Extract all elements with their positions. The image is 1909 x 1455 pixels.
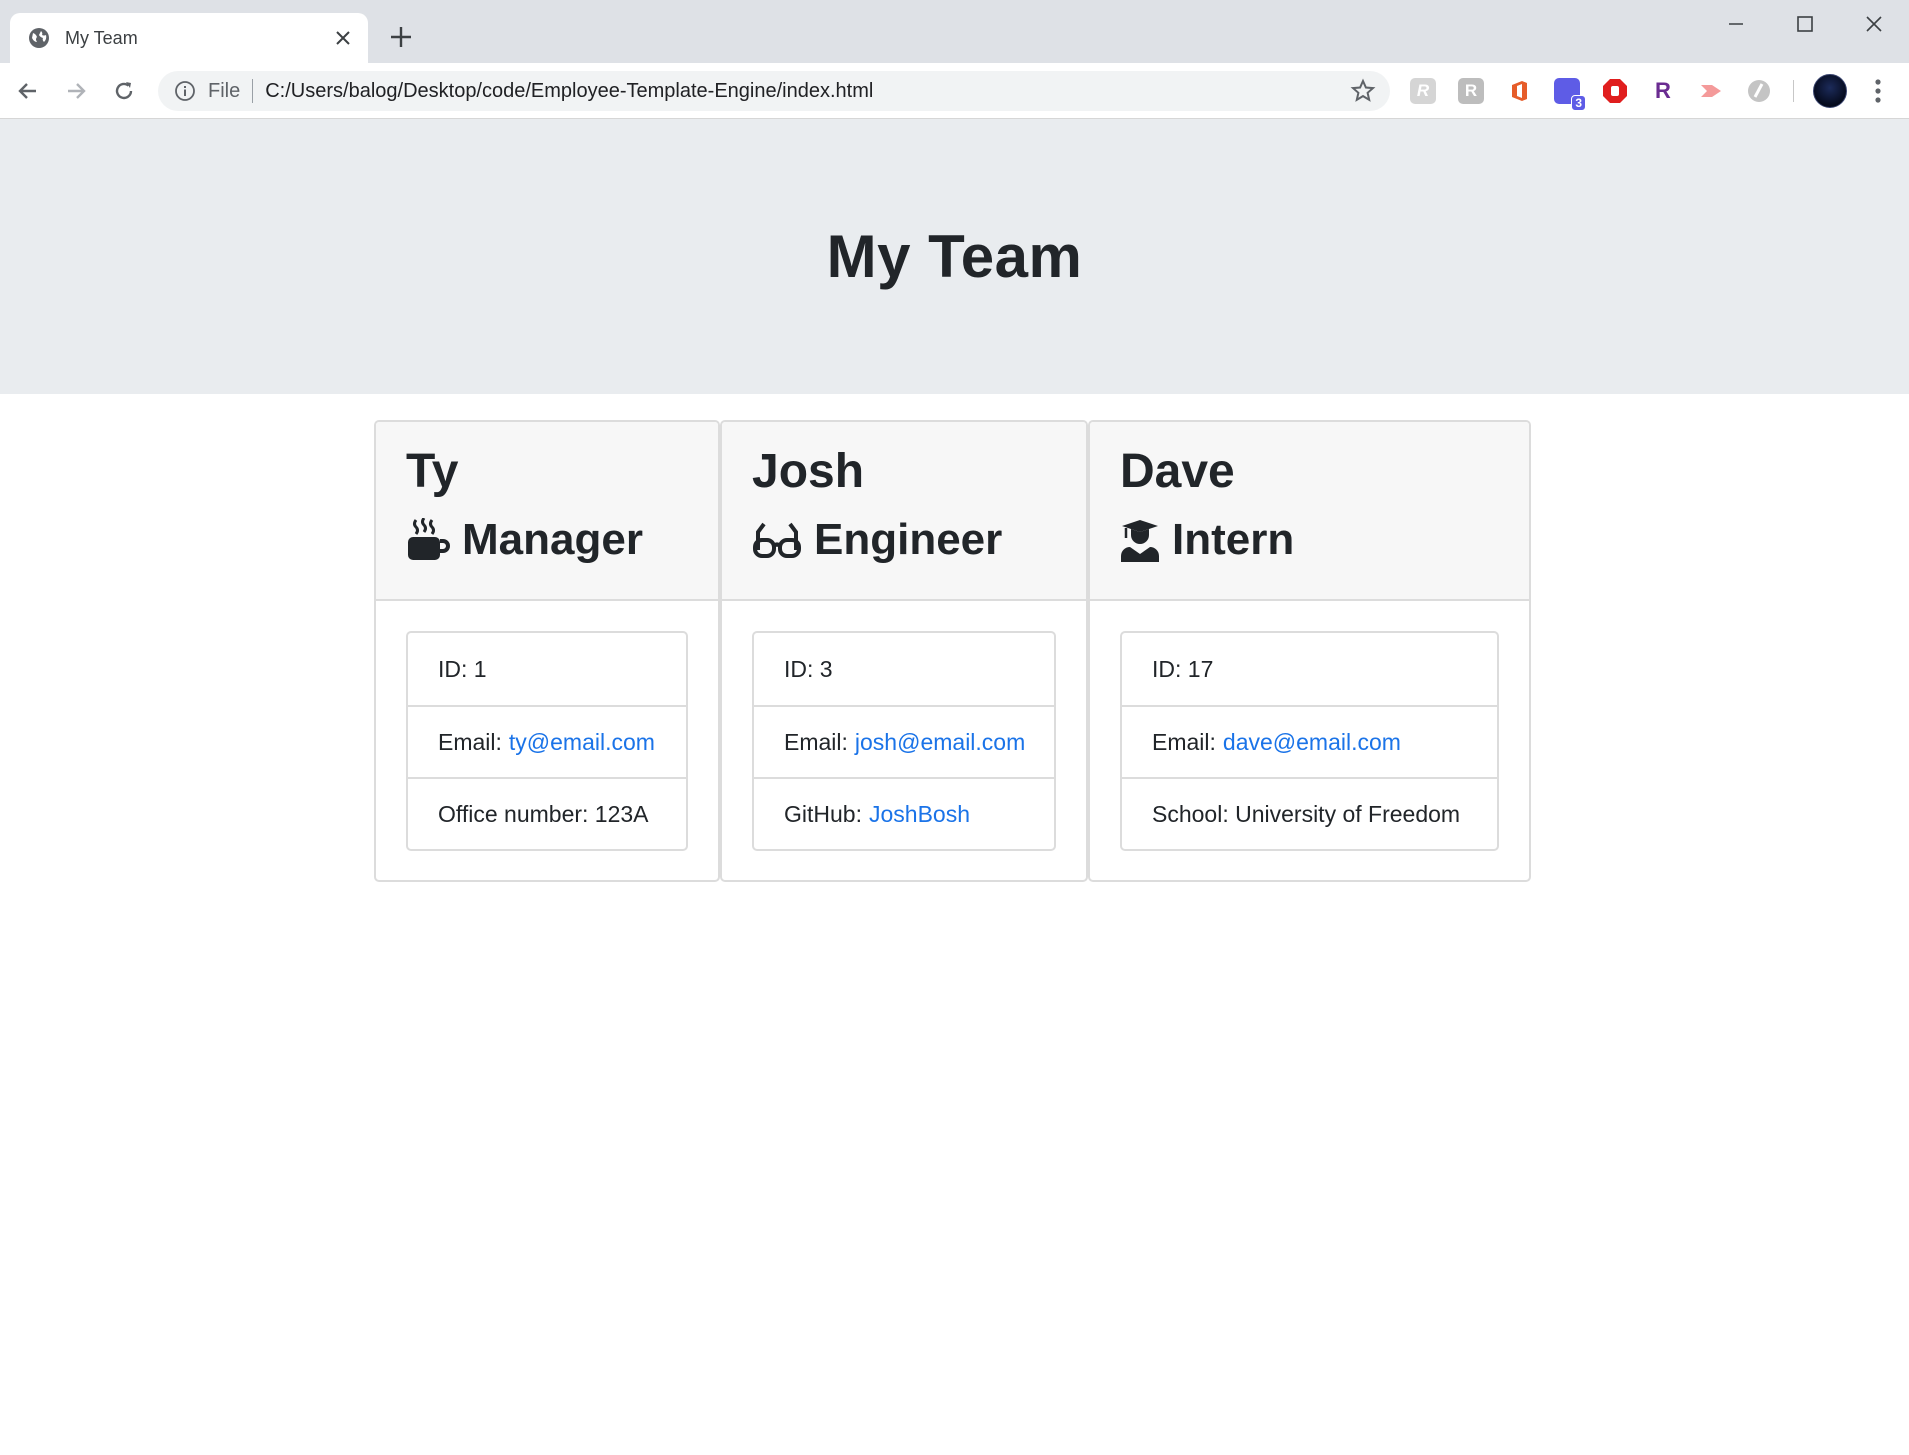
card-body: ID: 17 Email: dave@email.com School: Uni…: [1090, 601, 1529, 851]
browser-tab-strip: My Team: [0, 0, 1909, 63]
role-label: Manager: [462, 515, 643, 564]
browser-toolbar: File C:/Users/balog/Desktop/code/Employe…: [0, 63, 1909, 119]
id-label: ID: 3: [784, 655, 833, 682]
page-header: My Team: [0, 119, 1909, 394]
list-item-email: Email: josh@email.com: [754, 705, 1054, 777]
list-item-email: Email: dave@email.com: [1122, 705, 1497, 777]
employee-card-engineer: Josh Engineer ID: 3 Email: josh@email.co…: [720, 420, 1088, 882]
address-bar[interactable]: File C:/Users/balog/Desktop/code/Employe…: [158, 71, 1390, 111]
bookmark-star-icon[interactable]: [1350, 78, 1376, 104]
profile-avatar[interactable]: [1813, 74, 1847, 108]
employee-card-manager: Ty Manager ID: 1 Email: ty@email.com Off…: [374, 420, 720, 882]
id-label: ID: 1: [438, 655, 487, 682]
card-body: ID: 3 Email: josh@email.com GitHub: Josh…: [722, 601, 1086, 851]
plus-icon: [391, 27, 411, 47]
minimize-icon: [1729, 23, 1743, 25]
grey-circle-icon: [1748, 80, 1770, 102]
card-header: Ty Manager: [376, 422, 718, 601]
details-list: ID: 3 Email: josh@email.com GitHub: Josh…: [752, 631, 1056, 851]
id-label: ID: 17: [1152, 655, 1214, 682]
new-tab-button[interactable]: [386, 22, 416, 52]
graduate-icon: [1121, 520, 1159, 562]
minimize-button[interactable]: [1706, 4, 1766, 44]
omnibox-divider: [252, 79, 254, 103]
extension-arrow-icon[interactable]: [1698, 78, 1724, 104]
extension-r-purple-icon[interactable]: R: [1650, 78, 1676, 104]
info-icon[interactable]: [174, 80, 196, 102]
extension-r-script-icon[interactable]: R: [1410, 78, 1436, 104]
email-link[interactable]: dave@email.com: [1223, 729, 1401, 756]
extension-badge-icon[interactable]: 3: [1554, 78, 1586, 111]
employee-name: Josh: [752, 445, 865, 498]
office-logo-icon: [1512, 81, 1527, 101]
role-label: Intern: [1172, 515, 1295, 564]
card-header: Josh Engineer: [722, 422, 1086, 601]
arrow-left-icon: [18, 83, 36, 99]
list-item-id: ID: 17: [1122, 633, 1497, 705]
glasses-icon: [753, 522, 801, 558]
url-scheme: File: [208, 79, 241, 102]
details-list: ID: 1 Email: ty@email.com Office number:…: [406, 631, 688, 851]
list-item-office: Office number: 123A: [408, 777, 686, 849]
card-header: Dave Intern: [1090, 422, 1529, 601]
school-label: School: University of Freedom: [1152, 800, 1461, 827]
email-link[interactable]: josh@email.com: [855, 729, 1025, 756]
email-label: Email:: [1152, 728, 1216, 755]
tab-title: My Team: [65, 27, 138, 48]
employee-role: Engineer: [752, 512, 1086, 568]
github-link[interactable]: JoshBosh: [869, 801, 970, 828]
browser-tab[interactable]: My Team: [10, 13, 368, 63]
arrow-right-icon: [68, 83, 86, 99]
url-text[interactable]: C:/Users/balog/Desktop/code/Employee-Tem…: [265, 80, 873, 103]
email-label: Email:: [784, 728, 848, 755]
page-title: My Team: [826, 223, 1083, 290]
arrow-shape-icon: [1701, 85, 1721, 97]
list-item-github: GitHub: JoshBosh: [754, 777, 1054, 849]
close-tab-icon[interactable]: [330, 25, 356, 51]
list-item-id: ID: 1: [408, 633, 686, 705]
list-item-school: School: University of Freedom: [1122, 777, 1497, 849]
card-body: ID: 1 Email: ty@email.com Office number:…: [376, 601, 718, 851]
maximize-icon: [1797, 16, 1813, 32]
role-label: Engineer: [814, 515, 1003, 564]
office-icon[interactable]: [1506, 78, 1532, 104]
employee-name: Dave: [1120, 445, 1235, 498]
details-list: ID: 17 Email: dave@email.com School: Uni…: [1120, 631, 1499, 851]
list-item-email: Email: ty@email.com: [408, 705, 686, 777]
toolbar-divider: [1793, 80, 1794, 102]
close-window-button[interactable]: [1844, 4, 1904, 44]
email-label: Email:: [438, 728, 502, 755]
menu-dots-icon[interactable]: [1868, 75, 1888, 107]
close-icon: [1866, 16, 1882, 32]
stop-hand-icon: [1603, 79, 1627, 103]
maximize-button[interactable]: [1775, 4, 1835, 44]
reload-icon: [115, 82, 133, 100]
office-number-label: Office number: 123A: [438, 800, 649, 827]
employee-role: Intern: [1120, 512, 1529, 568]
list-item-id: ID: 3: [754, 633, 1054, 705]
forward-button[interactable]: [58, 73, 94, 109]
email-link[interactable]: ty@email.com: [509, 729, 655, 756]
globe-icon: [29, 28, 49, 48]
employee-role: Manager: [406, 512, 718, 568]
extension-grey-icon[interactable]: [1746, 78, 1772, 104]
reload-button[interactable]: [106, 73, 142, 109]
employee-card-intern: Dave Intern ID: 17 Email: dave@email.com…: [1088, 420, 1531, 882]
adblock-icon[interactable]: [1602, 78, 1628, 104]
extension-r-box-icon[interactable]: R: [1458, 78, 1484, 104]
mug-icon: [408, 518, 450, 560]
github-label: GitHub:: [784, 800, 862, 827]
back-button[interactable]: [10, 73, 46, 109]
employee-name: Ty: [406, 445, 459, 498]
